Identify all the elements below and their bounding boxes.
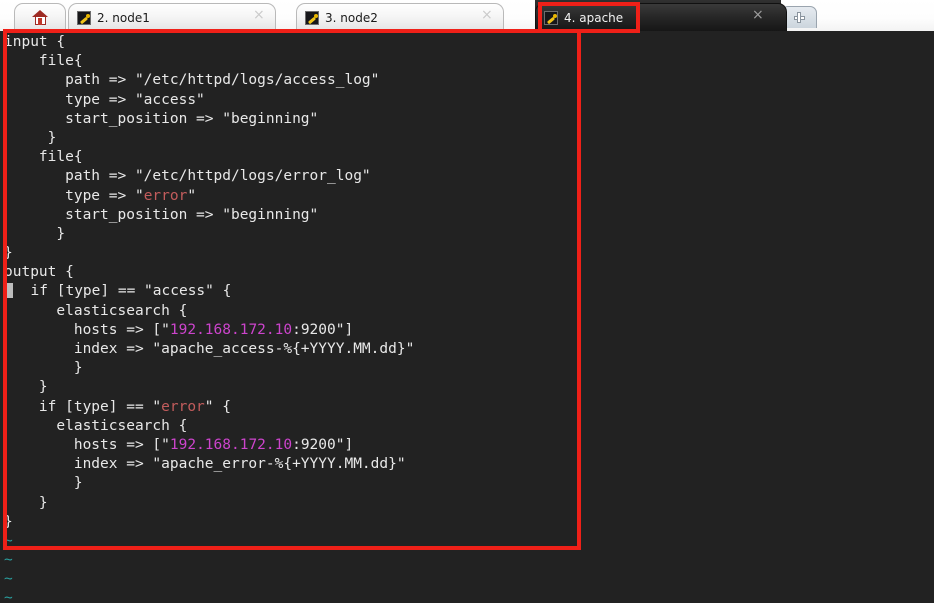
terminal-text: elasticsearch { bbox=[4, 302, 188, 319]
terminal-line: output { bbox=[4, 263, 934, 282]
home-icon bbox=[31, 9, 49, 26]
terminal-line: elasticsearch { bbox=[4, 417, 934, 436]
putty-terminal-icon bbox=[544, 10, 558, 25]
terminal-line: if [type] == "access" { bbox=[4, 282, 934, 301]
terminal-text: index => "apache_error-%{+YYYY.MM.dd}" bbox=[4, 456, 406, 473]
terminal-line: elasticsearch { bbox=[4, 302, 934, 321]
terminal-line: path => "/etc/httpd/logs/error_log" bbox=[4, 167, 934, 186]
terminal-text: file{ bbox=[4, 53, 83, 70]
terminal-text: error bbox=[143, 187, 188, 204]
tab-apache-close-icon[interactable]: × bbox=[752, 8, 764, 22]
terminal-line: ~ bbox=[4, 551, 934, 570]
terminal-text: type => "access" bbox=[4, 91, 205, 108]
terminal-text: } bbox=[4, 494, 48, 511]
terminal-line: } bbox=[4, 513, 934, 532]
terminal-text: :9200"] bbox=[292, 436, 354, 453]
terminal-text: if [type] == "access" { bbox=[13, 283, 232, 300]
terminal-line: hosts => ["192.168.172.10:9200"] bbox=[4, 321, 934, 340]
terminal-line: ~ bbox=[4, 589, 934, 603]
putty-terminal-icon bbox=[77, 10, 91, 25]
terminal-text: ~ bbox=[4, 590, 13, 603]
terminal-line: input { bbox=[4, 33, 934, 52]
terminal-text: ~ bbox=[4, 571, 13, 588]
terminal-text: " { bbox=[204, 398, 231, 415]
terminal-text: type => " bbox=[4, 187, 144, 204]
terminal-line: } bbox=[4, 359, 934, 378]
terminal-line: type => "access" bbox=[4, 91, 934, 110]
terminal-line: start_position => "beginning" bbox=[4, 110, 934, 129]
tab-node2-label: 3. node2 bbox=[325, 10, 378, 25]
terminal-line: hosts => ["192.168.172.10:9200"] bbox=[4, 436, 934, 455]
home-tab[interactable] bbox=[14, 3, 66, 31]
terminal-line: } bbox=[4, 244, 934, 263]
plus-icon bbox=[793, 12, 805, 23]
terminal-text: 192.168.172.10 bbox=[169, 321, 293, 338]
tab-node1-label: 2. node1 bbox=[97, 10, 150, 25]
terminal-text: start_position => "beginning" bbox=[4, 110, 319, 127]
tab-bar: 2. node1 × 3. node2 × 4. apache × bbox=[0, 0, 934, 31]
terminal-line: path => "/etc/httpd/logs/access_log" bbox=[4, 71, 934, 90]
terminal-text: path => "/etc/httpd/logs/access_log" bbox=[4, 72, 380, 89]
terminal-line: file{ bbox=[4, 148, 934, 167]
terminal-text: output { bbox=[4, 264, 74, 281]
terminal-line: type => "error" bbox=[4, 187, 934, 206]
terminal-text: :9200"] bbox=[292, 321, 354, 338]
terminal-text: path => "/etc/httpd/logs/error_log" bbox=[4, 168, 371, 185]
terminal-text: ~ bbox=[4, 552, 13, 569]
terminal-line: start_position => "beginning" bbox=[4, 206, 934, 225]
terminal-text: } bbox=[4, 225, 66, 242]
terminal-text: ~ bbox=[4, 532, 13, 549]
tab-node2[interactable]: 3. node2 bbox=[296, 3, 504, 31]
terminal-line: } bbox=[4, 494, 934, 513]
terminal-text: 192.168.172.10 bbox=[169, 436, 293, 453]
terminal-text: input { bbox=[4, 34, 66, 50]
terminal-text: start_position => "beginning" bbox=[4, 206, 319, 223]
terminal-text: } bbox=[4, 379, 48, 396]
tab-node1-close-icon[interactable]: × bbox=[253, 8, 265, 22]
terminal-text: } bbox=[4, 360, 83, 377]
terminal-line: index => "apache_error-%{+YYYY.MM.dd}" bbox=[4, 455, 934, 474]
terminal-text: } bbox=[4, 513, 13, 530]
terminal-line: if [type] == "error" { bbox=[4, 398, 934, 417]
terminal-line: ~ bbox=[4, 532, 934, 551]
terminal-text: } bbox=[4, 475, 83, 492]
terminal-line: } bbox=[4, 474, 934, 493]
terminal-line: } bbox=[4, 225, 934, 244]
terminal-line: } bbox=[4, 378, 934, 397]
terminal-text: index => "apache_access-%{+YYYY.MM.dd}" bbox=[4, 341, 415, 357]
tab-node1[interactable]: 2. node1 bbox=[68, 3, 276, 31]
terminal-line: file{ bbox=[4, 52, 934, 71]
tab-node2-close-icon[interactable]: × bbox=[481, 8, 493, 22]
terminal-line: ~ bbox=[4, 570, 934, 589]
terminal-line: } bbox=[4, 129, 934, 148]
putty-terminal-icon bbox=[305, 10, 319, 25]
text-cursor bbox=[4, 283, 14, 299]
terminal-text: file{ bbox=[4, 149, 83, 166]
tab-apache[interactable]: 4. apache bbox=[535, 3, 787, 31]
terminal-text: } bbox=[4, 129, 57, 146]
terminal-text: " bbox=[187, 187, 197, 204]
terminal-text: if [type] == " bbox=[4, 398, 162, 415]
terminal-text: } bbox=[4, 245, 13, 262]
terminal-line: index => "apache_access-%{+YYYY.MM.dd}" bbox=[4, 340, 934, 359]
tab-apache-label: 4. apache bbox=[564, 10, 624, 25]
terminal-text: error bbox=[161, 398, 205, 415]
terminal-text-area[interactable]: input { file{ path => "/etc/httpd/logs/a… bbox=[0, 31, 934, 603]
terminal-text: hosts => [" bbox=[4, 321, 170, 338]
terminal-text: elasticsearch { bbox=[4, 417, 188, 434]
terminal-text: hosts => [" bbox=[4, 436, 170, 453]
